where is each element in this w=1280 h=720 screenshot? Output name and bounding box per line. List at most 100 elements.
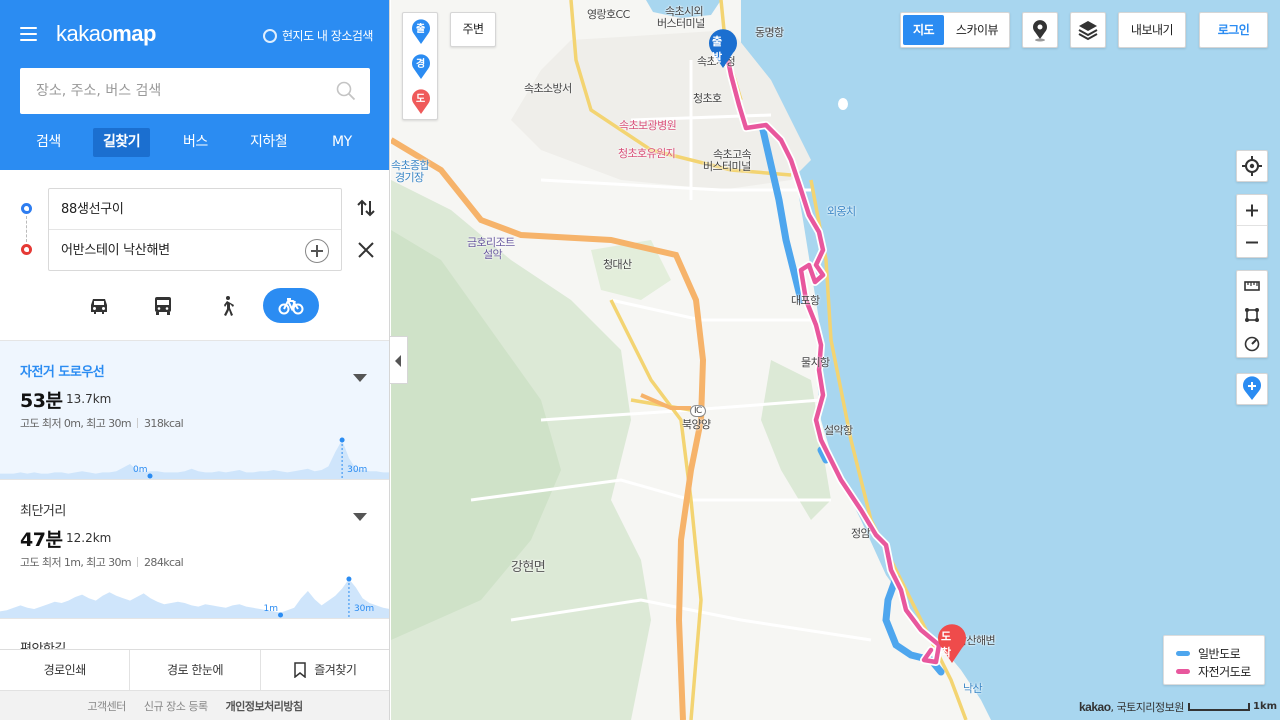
route-name: 자전거 도로우선 [20,365,105,380]
map-canvas[interactable]: 영랑호CC 속초시외 버스터미널 속초시청 동명항 속초소방서 청초호 속초보광… [391,0,1280,720]
bookmark-icon [294,662,306,678]
map-label[interactable]: 동명항 [755,24,784,40]
elevation-area [0,579,389,618]
favorite-button[interactable]: 즐겨찾기 [261,650,389,690]
zoom-control [1236,194,1268,258]
roadview-button[interactable] [1022,12,1058,48]
distance-tool[interactable] [1237,272,1267,300]
chevron-down-icon[interactable] [353,374,367,382]
add-place-button[interactable] [1236,373,1268,405]
tab-search[interactable]: 검색 [26,128,71,157]
search-icon[interactable] [336,81,356,101]
map-label[interactable]: 설악항 [824,422,853,438]
map-label[interactable]: 대포항 [791,292,820,308]
add-waypoint-button[interactable] [305,239,329,263]
scale-bar [1188,703,1250,711]
max-elevation-label: 30m [347,465,367,475]
max-elevation-label: 30m [354,604,374,614]
map-label[interactable]: 물치항 [801,354,830,370]
elevation-area [0,440,389,479]
nearby-button[interactable]: 주변 [450,12,496,47]
search-box [20,68,370,114]
destination-field[interactable]: 어반스테이 낙산해변 [49,230,341,271]
support-link[interactable]: 고객센터 [87,698,126,714]
mode-walk[interactable] [199,288,255,323]
kakaomap-logo[interactable]: kakaomap [56,21,156,47]
export-button[interactable]: 내보내기 [1118,12,1186,48]
area-icon [1245,308,1259,322]
elevation-graph: 0m 30m [0,437,389,479]
print-route-button[interactable]: 경로인쇄 [0,650,131,690]
skyview-button[interactable]: 스카이뷰 [947,15,1007,45]
end-point-tool[interactable]: 도 [411,87,431,115]
bicycle-icon [278,297,304,314]
bottom-actions: 경로인쇄 경로 한눈에 즐겨찾기 [0,649,389,690]
route-distance: 13.7km [66,392,112,406]
area-search-toggle[interactable]: 현지도 내 장소검색 [263,27,373,44]
route-results: 자전거 도로우선 53분 13.7km 고도 최저 0m, 최고 30m 318k… [0,340,389,657]
mode-bicycle[interactable] [263,288,319,323]
origin-field[interactable]: 88생선구이 [49,189,341,230]
route-distance: 12.2km [66,531,112,545]
map-label[interactable]: 외옹치 [827,203,856,219]
route-name: 최단거리 [20,504,66,519]
radius-tool[interactable] [1237,330,1267,358]
area-search-label: 현지도 내 장소검색 [282,29,373,43]
menu-icon[interactable] [20,27,37,41]
crosshair-icon [1242,156,1262,176]
map-label[interactable]: 속초보광병원 [619,117,677,133]
route-meta: 고도 최저 0m, 최고 30m 318kcal [20,415,184,431]
main-tabs: 검색 길찾기 버스 지하철 MY [0,128,389,158]
map-type-toggle: 지도 스카이뷰 [900,12,1010,48]
login-button[interactable]: 로그인 [1199,12,1268,48]
map-label[interactable]: 경기장 [395,169,424,185]
favorite-label: 즐겨찾기 [314,663,357,677]
zoom-out-button[interactable] [1237,227,1267,258]
map-label[interactable]: 영랑호CC [587,6,630,22]
area-tool[interactable] [1237,301,1267,329]
map-label[interactable]: 청초호유원지 [618,145,676,161]
route-inputs: 88생선구이 어반스테이 낙산해변 [48,188,342,271]
layers-button[interactable] [1070,12,1106,48]
scale-label: 1km [1253,701,1278,712]
min-elevation-point [147,473,153,479]
legend-label: 자전거도로 [1198,665,1251,679]
map-label[interactable]: 설악 [483,246,503,262]
kcal-text: 318kcal [144,417,184,430]
map-view-button[interactable]: 지도 [903,15,944,45]
map-label[interactable]: 청초호 [693,90,722,106]
route-option[interactable]: 최단거리 47분 12.2km 고도 최저 1m, 최고 30m 284kcal … [0,480,389,619]
map-label[interactable]: 청대산 [603,256,632,272]
collapse-panel-button[interactable] [390,336,408,384]
tab-my[interactable]: MY [322,128,362,157]
via-point-tool[interactable]: 경 [411,52,431,80]
zoom-in-button[interactable] [1237,195,1267,226]
close-icon[interactable] [356,240,376,260]
min-elevation-label: 1m [264,604,279,614]
elevation-text: 고도 최저 0m, 최고 30m [20,417,132,430]
map-label[interactable]: 버스터미널 [657,15,705,31]
map-label[interactable]: 속초소방서 [524,80,572,96]
route-overview-button[interactable]: 경로 한눈에 [130,650,261,690]
route-option[interactable]: 자전거 도로우선 53분 13.7km 고도 최저 0m, 최고 30m 318k… [0,341,389,480]
panel-header: kakaomap 현지도 내 장소검색 검색 길찾기 버스 지하철 MY [0,0,389,170]
current-location-button[interactable] [1236,150,1268,182]
tab-subway[interactable]: 지하철 [240,128,297,157]
map-label[interactable]: 북양양 [682,416,711,432]
chevron-down-icon[interactable] [353,513,367,521]
register-place-link[interactable]: 신규 장소 등록 [144,698,208,714]
mode-car[interactable] [71,288,127,323]
layers-icon [1078,21,1098,41]
map-label[interactable]: 낙산 [963,680,983,696]
privacy-link[interactable]: 개인정보처리방침 [226,698,303,714]
mode-transit[interactable] [135,288,191,323]
tab-bus[interactable]: 버스 [173,128,218,157]
map-label[interactable]: 정암 [851,525,871,541]
max-elevation-point [339,437,345,443]
map-label[interactable]: 버스터미널 [703,158,751,174]
footer-links: 고객센터 신규 장소 등록 개인정보처리방침 [0,690,389,720]
tab-directions[interactable]: 길찾기 [93,128,151,157]
search-input[interactable] [20,68,320,114]
swap-icon[interactable] [355,197,377,219]
start-point-tool[interactable]: 출 [411,17,431,45]
